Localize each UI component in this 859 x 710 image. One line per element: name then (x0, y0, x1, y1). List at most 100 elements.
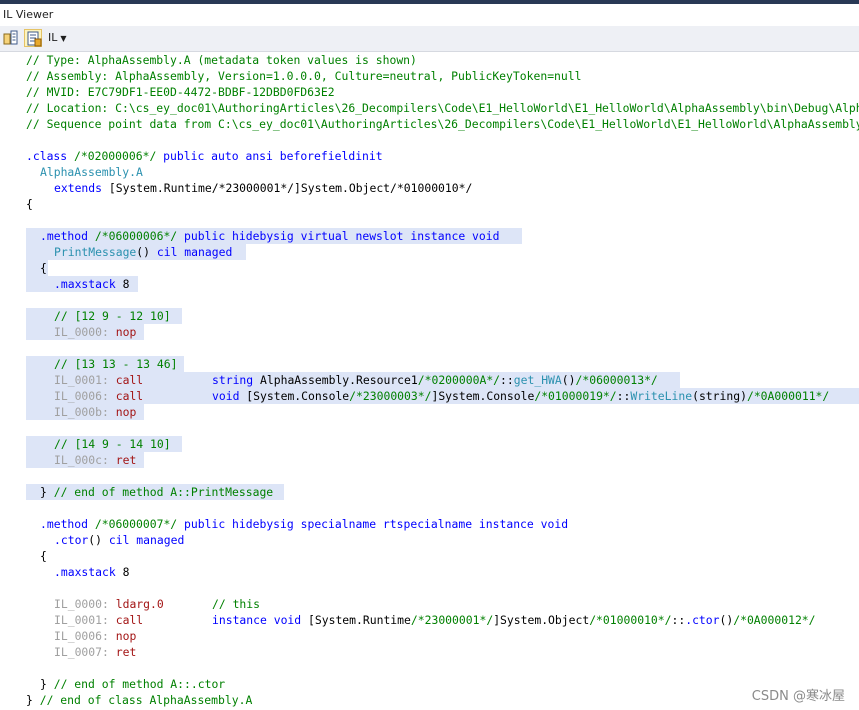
method2-sig: () (88, 533, 103, 547)
il-opcode: call (115, 613, 144, 627)
method1-seq3: // [14 9 - 14 10] (54, 437, 171, 451)
method1-instr-0000: IL_0000: nop (54, 324, 136, 340)
method2-instr-0007: IL_0007: ret (54, 644, 136, 660)
operand-method: .ctor (685, 613, 720, 627)
operand-method: get_HWA (513, 373, 562, 387)
class-end-comment: // end of class AlphaAssembly.A (39, 693, 253, 707)
class-keyword: .class (26, 149, 68, 163)
il-label: IL_0001: (54, 373, 109, 387)
class-name-line: AlphaAssembly.A (40, 165, 143, 179)
operand-keyword: string (212, 373, 254, 387)
il-opcode: ret (115, 453, 137, 467)
operand-args: () (719, 613, 734, 627)
extends-keyword: extends (54, 181, 103, 195)
operand-assembly: [System.Runtime (308, 613, 411, 627)
method2-end-line: } // end of method A::.ctor (40, 676, 225, 692)
method1-seq2: // [13 13 - 13 46] (54, 357, 178, 371)
method1-maxstack-kw: .maxstack (54, 277, 116, 291)
method1-sig: () (136, 245, 151, 259)
method1-maxstack-val: 8 (122, 277, 130, 291)
method2-keyword: .method (40, 517, 89, 531)
operand-assembly: [System.Console (246, 389, 350, 403)
method1-end-line: } // end of method A::PrintMessage (40, 484, 273, 500)
tool-window-titlebar[interactable]: IL Viewer (0, 4, 859, 27)
method2-maxstack-kw: .maxstack (54, 565, 116, 579)
class-token: /*02000006*/ (74, 149, 157, 163)
method1-close-brace: } (40, 485, 47, 499)
operand-token: /*23000003*/ (349, 389, 432, 403)
method2-declaration-line: .method /*06000007*/ public hidebysig sp… (40, 516, 568, 532)
method2-open-brace: { (40, 549, 47, 563)
method1-maxstack-line: .maxstack 8 (54, 276, 129, 292)
method2-close-brace: } (40, 677, 47, 691)
il-opcode: ldarg.0 (115, 597, 164, 611)
il-opcode: ret (115, 645, 137, 659)
operand-token2: /*01000010*/ (589, 613, 672, 627)
sequence-points-button[interactable] (24, 29, 42, 47)
il-label: IL_0006: (54, 389, 109, 403)
operand-args: (string) (692, 389, 747, 403)
il-opcode: nop (115, 325, 137, 339)
il-opcode: call (115, 389, 144, 403)
method1-modifiers: public hidebysig virtual newslot instanc… (184, 229, 500, 243)
language-label: IL (48, 31, 58, 44)
method1-signature-line: PrintMessage() cil managed (54, 244, 232, 260)
il-label: IL_0000: (54, 597, 109, 611)
il-opcode: nop (115, 629, 137, 643)
show-tokens-button[interactable] (2, 29, 20, 47)
method2-signature-line: .ctor() cil managed (54, 532, 184, 548)
class-end-line: } // end of class AlphaAssembly.A (26, 692, 252, 708)
method2-instr-0000-comment: // this (212, 597, 261, 611)
operand-token: /*0200000A*/ (417, 373, 501, 387)
il-label: IL_0001: (54, 613, 109, 627)
il-code-view[interactable]: // Type: AlphaAssembly.A (metadata token… (0, 52, 859, 710)
method2-cil: cil managed (108, 533, 185, 547)
method2-end-comment: // end of method A::.ctor (53, 677, 226, 691)
chevron-down-icon: ▼ (60, 34, 67, 43)
operand-token3: /*0A000011*/ (746, 389, 830, 403)
operand-token: /*23000001*/ (410, 613, 494, 627)
il-opcode: nop (115, 405, 137, 419)
method1-instr-0001-operand: string AlphaAssembly.Resource1/*0200000A… (212, 372, 658, 388)
method2-instr-0006: IL_0006: nop (54, 628, 136, 644)
language-dropdown[interactable]: IL ▼ (48, 31, 67, 44)
class-modifiers: public auto ansi beforefieldinit (163, 149, 383, 163)
watermark: CSDN @寒冰屋 (751, 689, 845, 704)
il-label: IL_000c: (54, 453, 109, 467)
method2-name: .ctor (54, 533, 89, 547)
method1-token: /*06000006*/ (94, 229, 178, 243)
class-close-brace: } (26, 693, 33, 707)
method1-name: PrintMessage (54, 245, 137, 259)
show-tokens-icon (3, 30, 18, 45)
operand-token2: /*06000013*/ (575, 373, 658, 387)
method1-instr-000c: IL_000c: ret (54, 452, 136, 468)
method1-instr-000b: IL_000b: nop (54, 404, 136, 420)
operand-sep: :: (500, 373, 514, 387)
extends-value: [System.Runtime/*23000001*/]System.Objec… (108, 181, 473, 195)
sequence-points-icon (27, 31, 42, 47)
operand-type: ]System.Console (431, 389, 535, 403)
header-mvid-line: // MVID: E7C79DF1-EE0D-4472-BDBF-12DBD0F… (26, 85, 335, 99)
il-opcode: call (115, 373, 144, 387)
header-type-line: // Type: AlphaAssembly.A (metadata token… (26, 53, 417, 67)
method2-maxstack-val: 8 (122, 565, 130, 579)
method2-instr-0001-operand: instance void [System.Runtime/*23000001*… (212, 612, 816, 628)
method2-maxstack-line: .maxstack 8 (54, 564, 129, 580)
operand-keyword: instance void (212, 613, 302, 627)
method2-modifiers: public hidebysig specialname rtspecialna… (184, 517, 569, 531)
method1-instr-0006: IL_0006: call (54, 388, 143, 404)
operand-sep: :: (616, 389, 631, 403)
il-label: IL_0006: (54, 629, 109, 643)
class-extends-line: extends [System.Runtime/*23000001*/]Syst… (54, 180, 472, 196)
method2-instr-0000: IL_0000: ldarg.0 (54, 596, 164, 612)
operand-token3: /*0A000012*/ (733, 613, 816, 627)
method1-end-comment: // end of method A::PrintMessage (53, 485, 274, 499)
operand-token2: /*01000019*/ (534, 389, 617, 403)
class-declaration-line: .class /*02000006*/ public auto ansi bef… (26, 148, 383, 164)
il-viewer-toolbar: IL ▼ (0, 26, 859, 52)
method2-instr-0001: IL_0001: call (54, 612, 143, 628)
class-open-brace: { (26, 197, 33, 211)
operand-args: () (561, 373, 576, 387)
operand-keyword: void (212, 389, 240, 403)
operand-sep: :: (671, 613, 686, 627)
